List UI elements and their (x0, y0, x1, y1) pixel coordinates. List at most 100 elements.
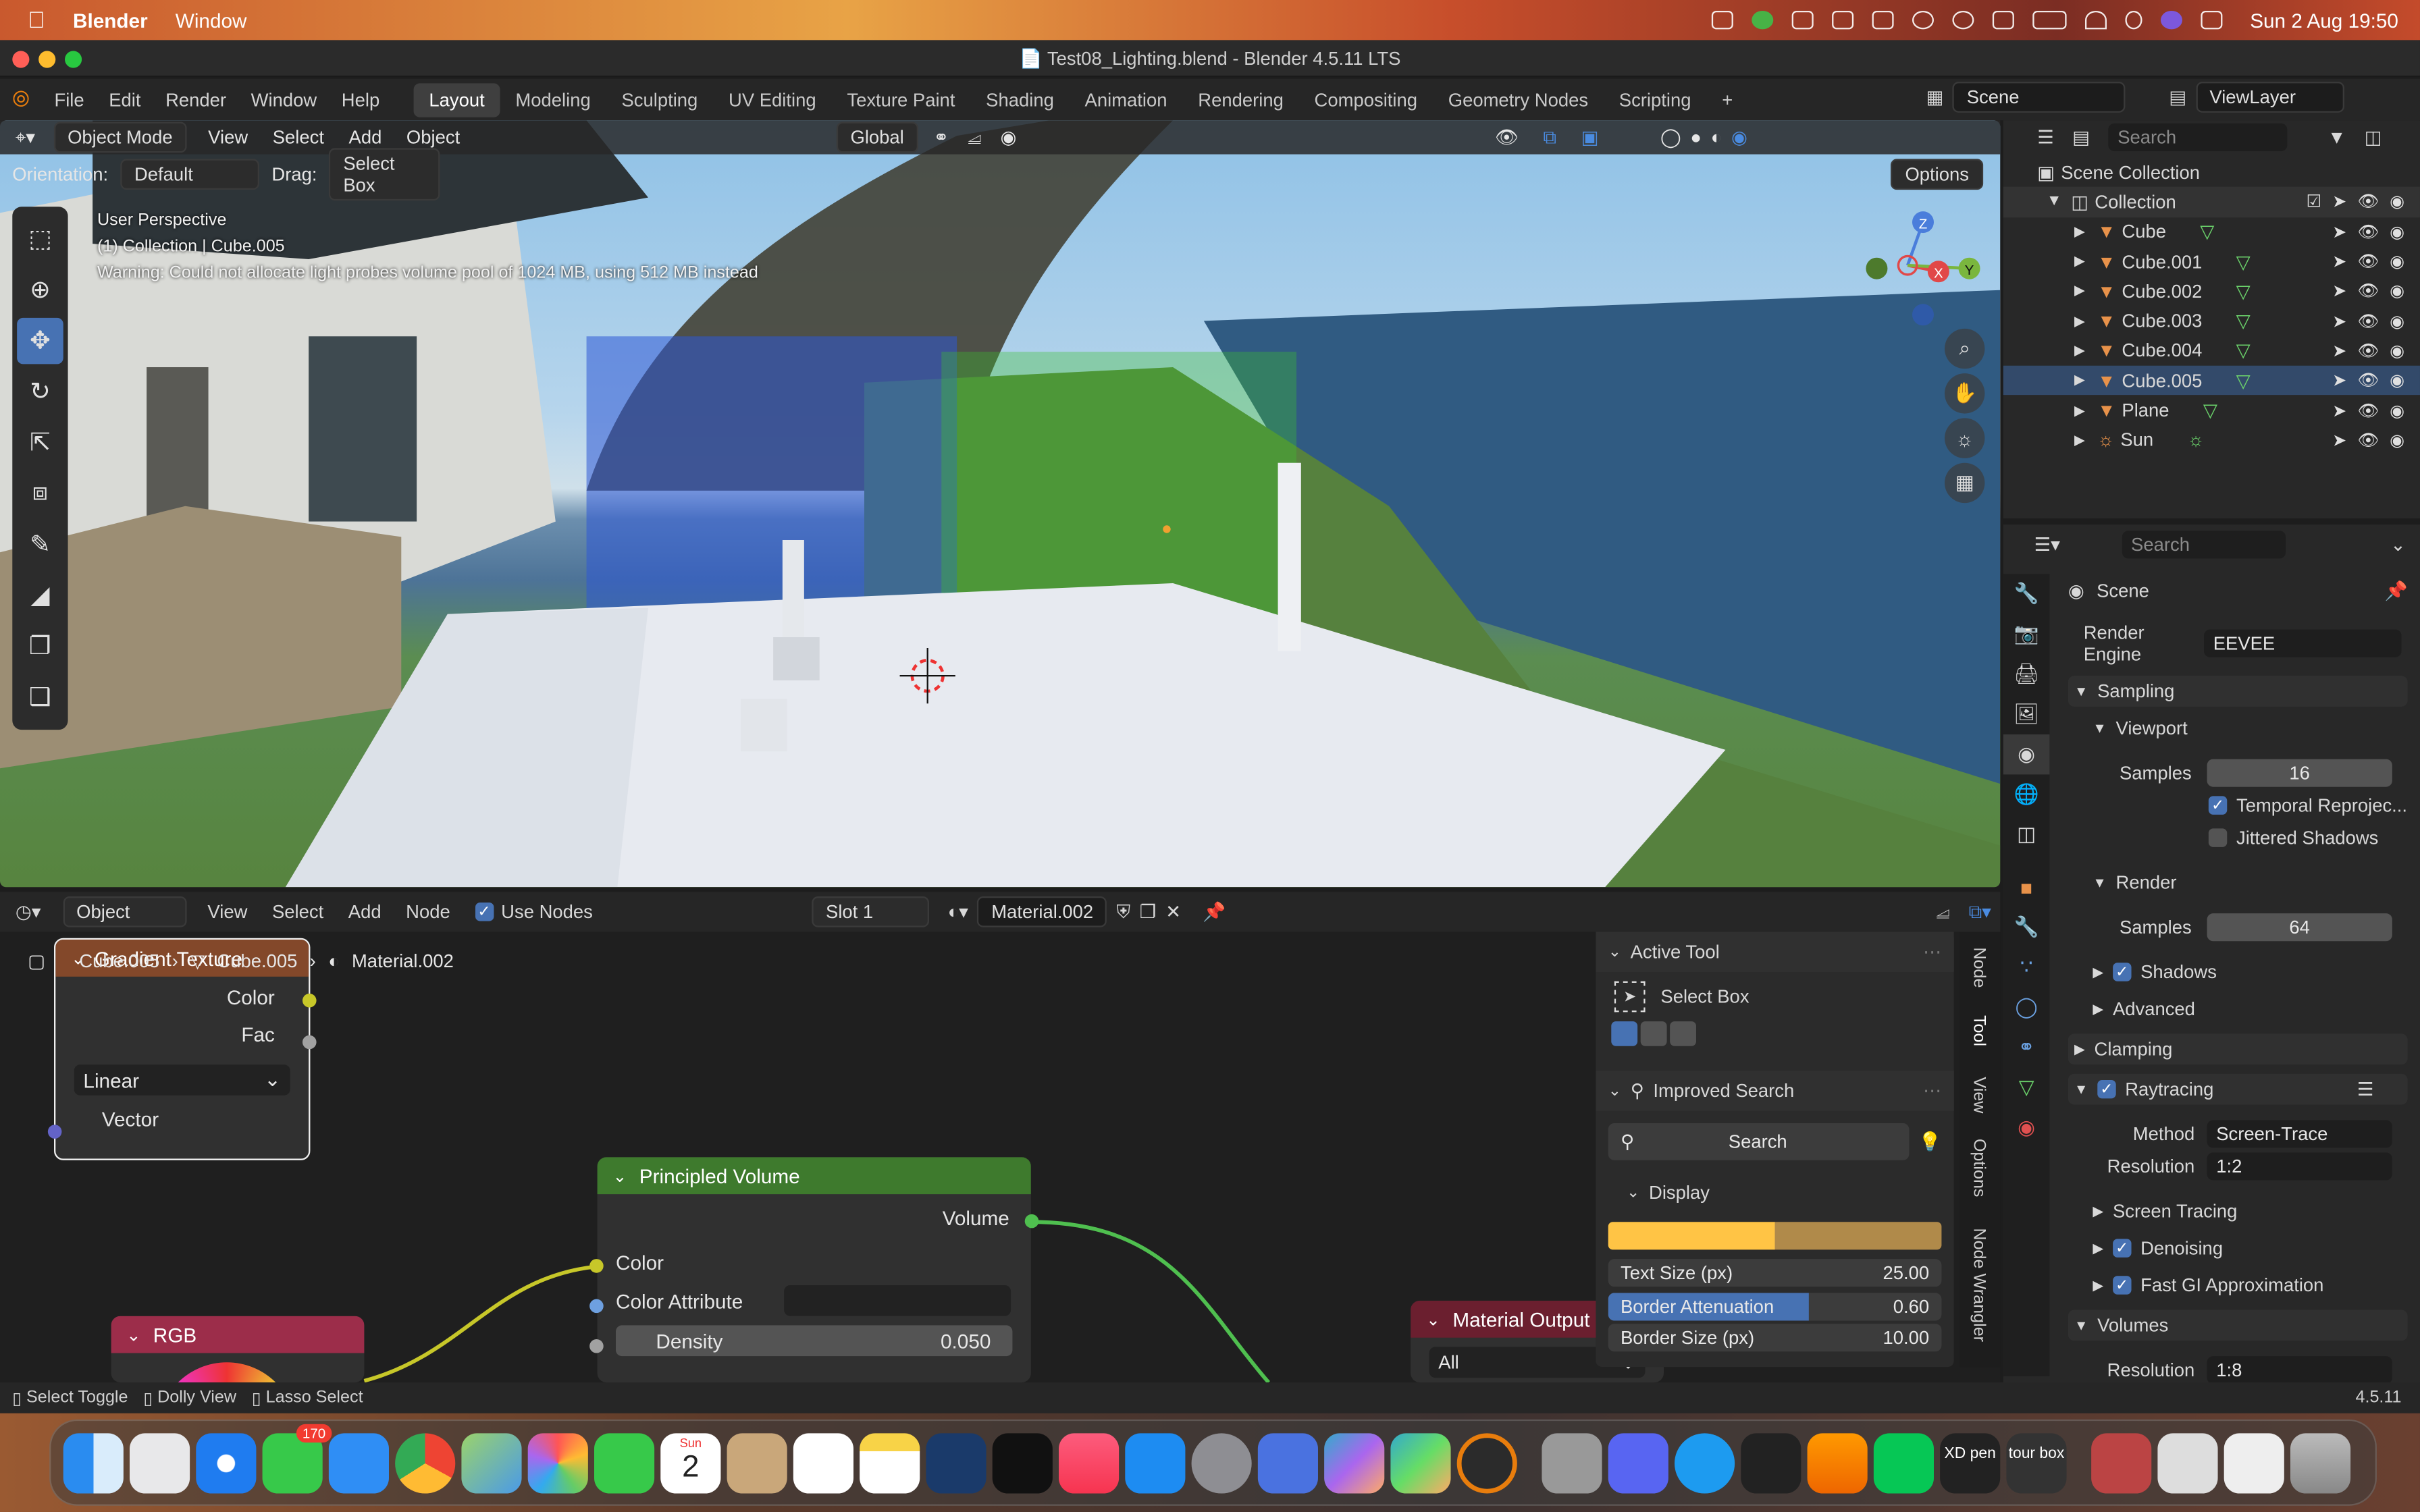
object-tab-icon[interactable]: ■ (2003, 867, 2050, 907)
gizmo-x[interactable]: X (1934, 265, 1943, 281)
minimize-window-button[interactable] (38, 51, 56, 68)
annotate-tool-icon[interactable]: ✎ (17, 522, 63, 568)
vp-menu-view[interactable]: View (208, 126, 248, 148)
breadcrumb-material[interactable]: Material.002 (352, 950, 454, 972)
outliner-item-plane[interactable]: ▶ ▼ Plane ▽ ➤ 👁 ◉ (2003, 396, 2420, 425)
rotate-tool-icon[interactable]: ↻ (17, 369, 63, 415)
chevron-down-icon[interactable]: ⌄ (1608, 944, 1621, 961)
menu-help[interactable]: Help (329, 88, 392, 110)
shading-wireframe-icon[interactable]: ◯ (1660, 126, 1681, 148)
mail-icon[interactable] (328, 1432, 389, 1493)
eye-icon[interactable]: 👁 (2357, 311, 2379, 331)
properties-editor-type-icon[interactable]: ☰▾ (2034, 534, 2060, 556)
documents-stack-icon[interactable] (2224, 1432, 2284, 1493)
scene-icon[interactable]: ▦ (1926, 86, 1944, 108)
principled-volume-socket[interactable] (1024, 1214, 1039, 1228)
volume-resolution-select[interactable]: 1:8 (2207, 1356, 2392, 1384)
rgb-node-header[interactable]: ⌄ RGB (111, 1316, 365, 1353)
temporal-reprojection-checkbox[interactable]: ✓ (2208, 796, 2228, 815)
select-arrow-icon[interactable]: ➤ (2332, 430, 2346, 450)
control-center-icon[interactable] (2201, 10, 2223, 30)
tab-rendering[interactable]: Rendering (1182, 82, 1298, 116)
viewlayer-icon[interactable]: ▤ (2169, 86, 2186, 108)
eye-icon[interactable]: 👁 (2357, 281, 2379, 301)
render-camera-icon[interactable]: ◉ (2390, 371, 2404, 390)
shader-type-select[interactable]: Object (62, 896, 186, 927)
node-overlay-icon[interactable]: ⧉▾ (1969, 900, 1991, 923)
constraints-tab-icon[interactable]: ⚭ (2003, 1027, 2050, 1067)
vp-menu-add[interactable]: Add (349, 126, 382, 148)
duplicate-material-icon[interactable]: ❐ (1140, 901, 1157, 923)
orientation-selector[interactable]: Default (120, 159, 260, 190)
border-attenuation-slider[interactable]: Border Attenuation 0.60 (1608, 1293, 1942, 1321)
node-snap-icon[interactable]: ⧡ (1936, 900, 1950, 923)
chevron-down-icon[interactable]: ⌄ (1426, 1309, 1440, 1329)
outliner-item-sun[interactable]: ▶ ☼ Sun ☼ ➤ 👁 ◉ (2003, 425, 2420, 455)
viewport-samples-field[interactable]: 16 (2207, 759, 2392, 787)
add-cube-tool-icon[interactable]: ❐ (17, 623, 63, 670)
principled-density-socket[interactable] (589, 1339, 604, 1353)
pin-icon[interactable]: 📌 (2385, 580, 2408, 601)
shading-material-icon[interactable]: ◐ (1711, 126, 1722, 148)
pivot-icon[interactable]: ⚭ (933, 126, 949, 148)
eye-icon[interactable]: 👁 (2357, 222, 2379, 242)
status-icon[interactable] (1711, 10, 1733, 30)
render-samples-field[interactable]: 64 (2207, 913, 2392, 942)
wifi-icon[interactable] (2084, 10, 2107, 30)
color-wheel[interactable] (157, 1362, 296, 1382)
modifier-tab-icon[interactable]: 🔧 (2003, 907, 2050, 947)
preset-sliders-icon[interactable]: ☰ (2357, 1079, 2374, 1100)
tab-node[interactable]: Node (1970, 947, 1988, 988)
denoising-checkbox[interactable]: ✓ (2112, 1239, 2132, 1258)
menu-render[interactable]: Render (153, 88, 239, 110)
qq-icon[interactable] (1674, 1432, 1735, 1493)
recent-photo-icon[interactable] (2091, 1432, 2152, 1493)
mesh-data-icon[interactable]: ▽ (2236, 250, 2251, 272)
scale-tool-icon[interactable]: ⇱ (17, 420, 63, 466)
world-tab-icon[interactable]: 🌐 (2003, 774, 2050, 814)
outliner-item-cube-002[interactable]: ▶ ▼ Cube.002 ▽ ➤ 👁 ◉ (2003, 277, 2420, 306)
menubar-window[interactable]: Window (176, 9, 247, 32)
calendar-icon[interactable]: Sun 2 (660, 1432, 721, 1493)
select-mode-extend-icon[interactable] (1640, 1021, 1667, 1046)
camera-view-icon[interactable]: ☼ (1944, 418, 1985, 458)
render-camera-icon[interactable]: ◉ (2390, 281, 2404, 301)
gizmo-y[interactable]: Y (1965, 263, 1974, 278)
cursor-tool-icon[interactable]: ⊕ (17, 267, 63, 313)
input-source-icon[interactable] (1992, 10, 2014, 30)
outliner-item-cube-001[interactable]: ▶ ▼ Cube.001 ▽ ➤ 👁 ◉ (2003, 246, 2420, 276)
render-subpanel-header[interactable]: ▼ Render (2068, 867, 2408, 898)
properties-options-chevron-icon[interactable]: ⌄ (2390, 534, 2406, 556)
system-settings-icon[interactable] (1191, 1432, 1252, 1493)
chevron-right-icon[interactable]: ▶ (2074, 313, 2085, 329)
properties-search-input[interactable]: Search (2122, 531, 2286, 559)
tool-tab-icon[interactable]: 🔧 (2003, 574, 2050, 614)
shading-solid-icon[interactable]: ● (1690, 126, 1702, 148)
render-engine-select[interactable]: EEVEE (2203, 629, 2402, 657)
launchpad-icon[interactable] (129, 1432, 190, 1493)
apple-tv-icon[interactable] (992, 1432, 1053, 1493)
photos-icon[interactable] (527, 1432, 588, 1493)
sun-data-icon[interactable]: ☼ (2187, 429, 2204, 451)
gradient-color-socket[interactable] (302, 993, 317, 1008)
clamping-panel-header[interactable]: ▶ Clamping (2068, 1033, 2408, 1065)
select-arrow-icon[interactable]: ➤ (2332, 400, 2346, 420)
clock-icon[interactable] (1952, 10, 1974, 30)
fast-gi-checkbox[interactable]: ✓ (2112, 1276, 2132, 1295)
music-icon[interactable] (1058, 1432, 1120, 1493)
tab-modeling[interactable]: Modeling (500, 82, 606, 116)
outliner-display-mode-icon[interactable]: ☰ (2037, 126, 2054, 148)
eye-icon[interactable]: 👁 (2357, 430, 2379, 450)
rgb-node[interactable]: ⌄ RGB (111, 1316, 365, 1382)
proportional-edit-icon[interactable]: ◉ (1000, 126, 1016, 148)
editor-type-icon[interactable]: ⌖▾ (16, 126, 35, 148)
raytracing-checkbox[interactable]: ✓ (2097, 1079, 2116, 1099)
snap-icon[interactable]: ⧡ (968, 126, 982, 148)
color-attribute-field[interactable] (784, 1285, 1011, 1316)
options-button[interactable]: Options (1891, 159, 1983, 190)
chevron-right-icon[interactable]: ▶ (2074, 253, 2085, 270)
app-store-icon[interactable] (1125, 1432, 1186, 1493)
outliner-item-cube-005[interactable]: ▶ ▼ Cube.005 ▽ ➤ 👁 ◉ (2003, 365, 2420, 396)
tab-layout[interactable]: Layout (413, 82, 500, 117)
select-arrow-icon[interactable]: ➤ (2332, 222, 2346, 242)
